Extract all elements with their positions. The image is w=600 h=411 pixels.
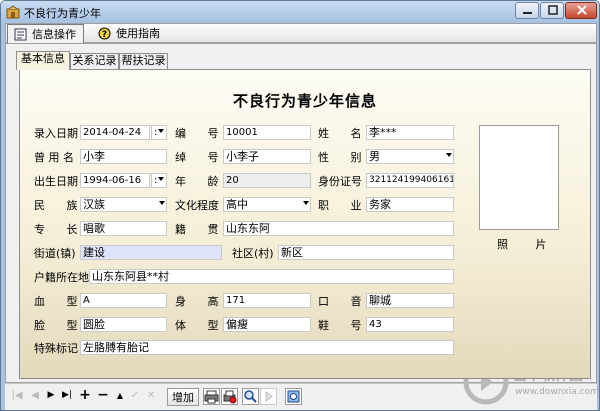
- add-button[interactable]: 增加: [167, 388, 199, 406]
- body-type-input[interactable]: 偏瘦: [223, 317, 311, 332]
- street-label: 街道(镇): [34, 247, 76, 260]
- toolbar: 信息操作 ? 使用指南: [5, 23, 597, 43]
- tab-relations[interactable]: 关系记录: [70, 53, 119, 69]
- delete-record-icon[interactable]: −: [97, 387, 109, 403]
- gender-select[interactable]: 男: [366, 149, 454, 164]
- street-input[interactable]: 建设: [80, 245, 222, 260]
- marks-label: 特殊标记: [34, 342, 78, 355]
- face-shape-label: 脸 型: [34, 319, 87, 332]
- specialty-input[interactable]: 唱歌: [80, 221, 167, 236]
- last-record-icon[interactable]: ▶|: [61, 389, 73, 401]
- height-input[interactable]: 171: [223, 293, 311, 308]
- prev-record-icon[interactable]: ◀: [29, 389, 41, 401]
- svg-text:?: ?: [102, 30, 107, 40]
- photo-box[interactable]: [479, 125, 559, 230]
- cancel-record-icon[interactable]: ✕: [145, 389, 157, 401]
- user-guide-button[interactable]: ? 使用指南: [92, 24, 172, 42]
- accent-label: 口 音: [318, 295, 371, 308]
- insert-record-icon[interactable]: +: [79, 387, 91, 403]
- community-label: 社区(村): [232, 247, 274, 260]
- height-label: 身 高: [175, 295, 228, 308]
- household-label: 户籍所在地: [34, 271, 89, 284]
- play-icon[interactable]: [260, 388, 277, 405]
- tab-assistance[interactable]: 帮扶记录: [119, 53, 168, 69]
- nickname-label: 绰 号: [175, 151, 228, 164]
- occupation-label: 职 业: [318, 199, 371, 212]
- user-guide-label: 使用指南: [116, 27, 160, 40]
- print-preview-icon[interactable]: [221, 388, 238, 405]
- ethnicity-value: 汉族: [83, 198, 105, 211]
- id-number-input[interactable]: 3211241994061612X: [366, 173, 454, 188]
- ethnicity-select[interactable]: 汉族: [80, 197, 167, 212]
- chevron-down-icon: [158, 129, 164, 133]
- alias-label: 曾 用 名: [34, 151, 74, 164]
- exit-icon[interactable]: [285, 388, 302, 405]
- window-title: 不良行为青少年: [24, 7, 101, 20]
- first-record-icon[interactable]: |◀: [11, 389, 23, 401]
- marks-input[interactable]: 左胳膊有胎记: [80, 340, 454, 355]
- body-type-label: 体 型: [175, 319, 228, 332]
- number-input[interactable]: 10001: [223, 125, 311, 140]
- help-icon: ?: [98, 27, 111, 40]
- tab-basic-info[interactable]: 基本信息: [16, 51, 70, 70]
- form-title: 不良行为青少年信息: [232, 92, 377, 110]
- title-bar: 不良行为青少年: [1, 1, 599, 23]
- info-operation-button[interactable]: 信息操作: [7, 24, 84, 43]
- app-icon: [6, 5, 20, 19]
- chevron-down-icon: [446, 153, 452, 157]
- age-label: 年 龄: [175, 175, 228, 188]
- minimize-button[interactable]: [515, 2, 539, 19]
- blood-type-input[interactable]: A: [80, 293, 167, 308]
- alias-input[interactable]: 小李: [80, 149, 167, 164]
- chevron-down-icon: [303, 201, 309, 205]
- photo-label: 照 片: [497, 238, 559, 251]
- maximize-button[interactable]: [540, 2, 564, 19]
- birth-date-input[interactable]: 1994-06-16: [80, 173, 150, 188]
- number-label: 编 号: [175, 127, 228, 140]
- occupation-input[interactable]: 务家: [366, 197, 454, 212]
- chevron-down-icon: [159, 201, 165, 205]
- native-place-input[interactable]: 山东东阿: [223, 221, 454, 236]
- nickname-input[interactable]: 小李子: [223, 149, 311, 164]
- accent-input[interactable]: 聊城: [366, 293, 454, 308]
- gender-label: 性 别: [318, 151, 371, 164]
- form-icon: [14, 28, 27, 41]
- entry-date-input[interactable]: 2014-04-24: [80, 125, 150, 140]
- post-record-icon[interactable]: ✓: [129, 389, 141, 401]
- education-label: 文化程度: [175, 199, 219, 212]
- age-input: 20: [223, 173, 311, 188]
- gender-value: 男: [369, 150, 380, 163]
- basic-info-form: 不良行为青少年信息 录入日期 2014-04-24 : 编 号 10001 姓 …: [19, 69, 591, 379]
- household-input[interactable]: 山东东阿县**村: [89, 269, 454, 284]
- birth-date-picker[interactable]: :: [151, 173, 167, 188]
- name-label: 姓 名: [318, 127, 371, 140]
- education-select[interactable]: 高中: [223, 197, 311, 212]
- entry-date-label: 录入日期: [34, 127, 78, 140]
- close-button[interactable]: [565, 2, 597, 19]
- edit-record-icon[interactable]: ▲: [114, 389, 126, 401]
- face-shape-input[interactable]: 圆脸: [80, 317, 167, 332]
- app-window: 不良行为青少年 信息操作 ? 使用指南 基本信息 关系记录 帮扶记录 不良行为青…: [0, 0, 600, 411]
- print-icon[interactable]: [203, 388, 220, 405]
- native-place-label: 籍 贯: [175, 223, 228, 236]
- chevron-down-icon: [158, 177, 164, 181]
- id-number-label: 身份证号: [318, 175, 362, 188]
- specialty-label: 专 长: [34, 223, 87, 236]
- entry-date-picker[interactable]: :: [151, 125, 167, 140]
- name-input[interactable]: 李***: [366, 125, 454, 140]
- education-value: 高中: [226, 198, 248, 211]
- shoe-size-label: 鞋 号: [318, 319, 371, 332]
- shoe-size-input[interactable]: 43: [366, 317, 454, 332]
- birth-date-label: 出生日期: [34, 175, 78, 188]
- main-panel: 基本信息 关系记录 帮扶记录 不良行为青少年信息 录入日期 2014-04-24…: [5, 43, 597, 383]
- info-operation-label: 信息操作: [32, 28, 76, 41]
- blood-type-label: 血 型: [34, 295, 87, 308]
- watermark-url: www.downxia.com: [515, 387, 599, 397]
- community-input[interactable]: 新区: [278, 245, 454, 260]
- ethnicity-label: 民 族: [34, 199, 87, 212]
- next-record-icon[interactable]: ▶: [45, 389, 57, 401]
- search-icon[interactable]: [242, 388, 259, 405]
